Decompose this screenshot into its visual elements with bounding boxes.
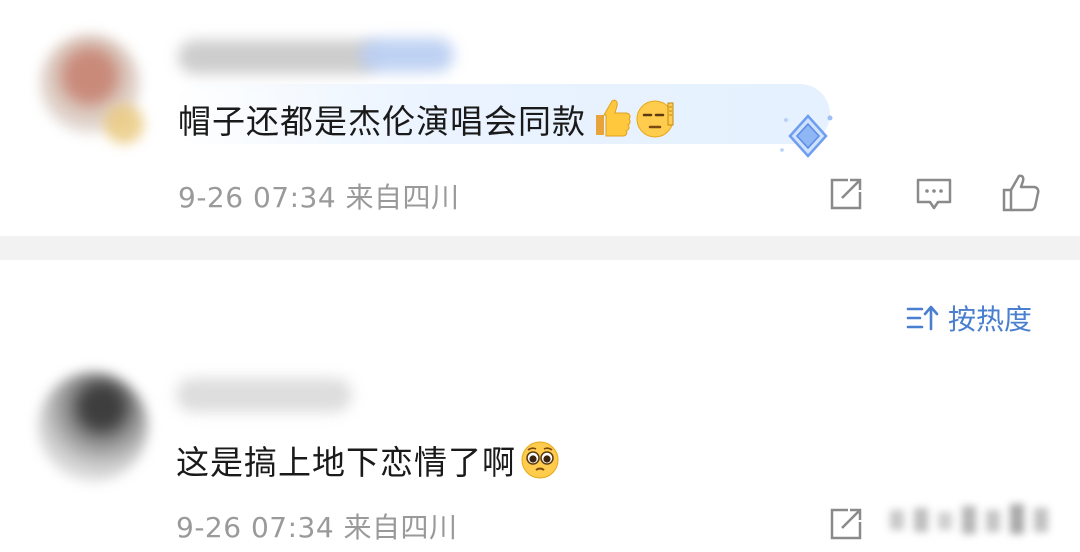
comment-text-content: 帽子还都是杰伦演唱会同款 <box>178 102 586 141</box>
avatar[interactable] <box>38 372 148 482</box>
share-icon[interactable] <box>826 504 866 544</box>
comment-text: 这是搞上地下恋情了啊 <box>176 436 562 488</box>
thumbs-up-icon <box>588 97 632 147</box>
sort-label: 按热度 <box>948 303 1033 336</box>
watermark-blurred <box>880 500 1070 540</box>
comment-text-content: 这是搞上地下恋情了啊 <box>176 443 516 482</box>
salute-face-icon <box>634 97 680 147</box>
comment-meta: 9-26 07:34 来自四川 <box>176 506 458 546</box>
share-icon[interactable] <box>826 174 866 214</box>
sort-by-hot-button[interactable]: 按热度 <box>906 298 1032 338</box>
comment-location: 来自四川 <box>345 181 460 214</box>
comment-item-1: 帽子还都是杰伦演唱会同款 9-26 07:34 来自四川 <box>0 0 1080 236</box>
like-icon[interactable] <box>1000 172 1040 212</box>
username-badge-blurred <box>360 38 454 72</box>
comment-time: 9-26 07:34 <box>178 181 337 214</box>
username-blurred[interactable] <box>176 378 352 412</box>
username-blurred[interactable] <box>178 40 378 74</box>
comment-time: 9-26 07:34 <box>176 511 335 544</box>
comment-meta: 9-26 07:34 来自四川 <box>178 176 460 216</box>
comment-text: 帽子还都是杰伦演唱会同款 <box>178 95 680 147</box>
comment-location: 来自四川 <box>343 511 458 544</box>
sort-icon <box>906 305 939 331</box>
diamond-sticker-icon <box>778 110 838 164</box>
pleading-face-icon <box>518 438 562 488</box>
section-divider <box>0 236 1080 260</box>
comment-icon[interactable] <box>914 174 954 214</box>
avatar-badge-icon <box>104 104 144 144</box>
